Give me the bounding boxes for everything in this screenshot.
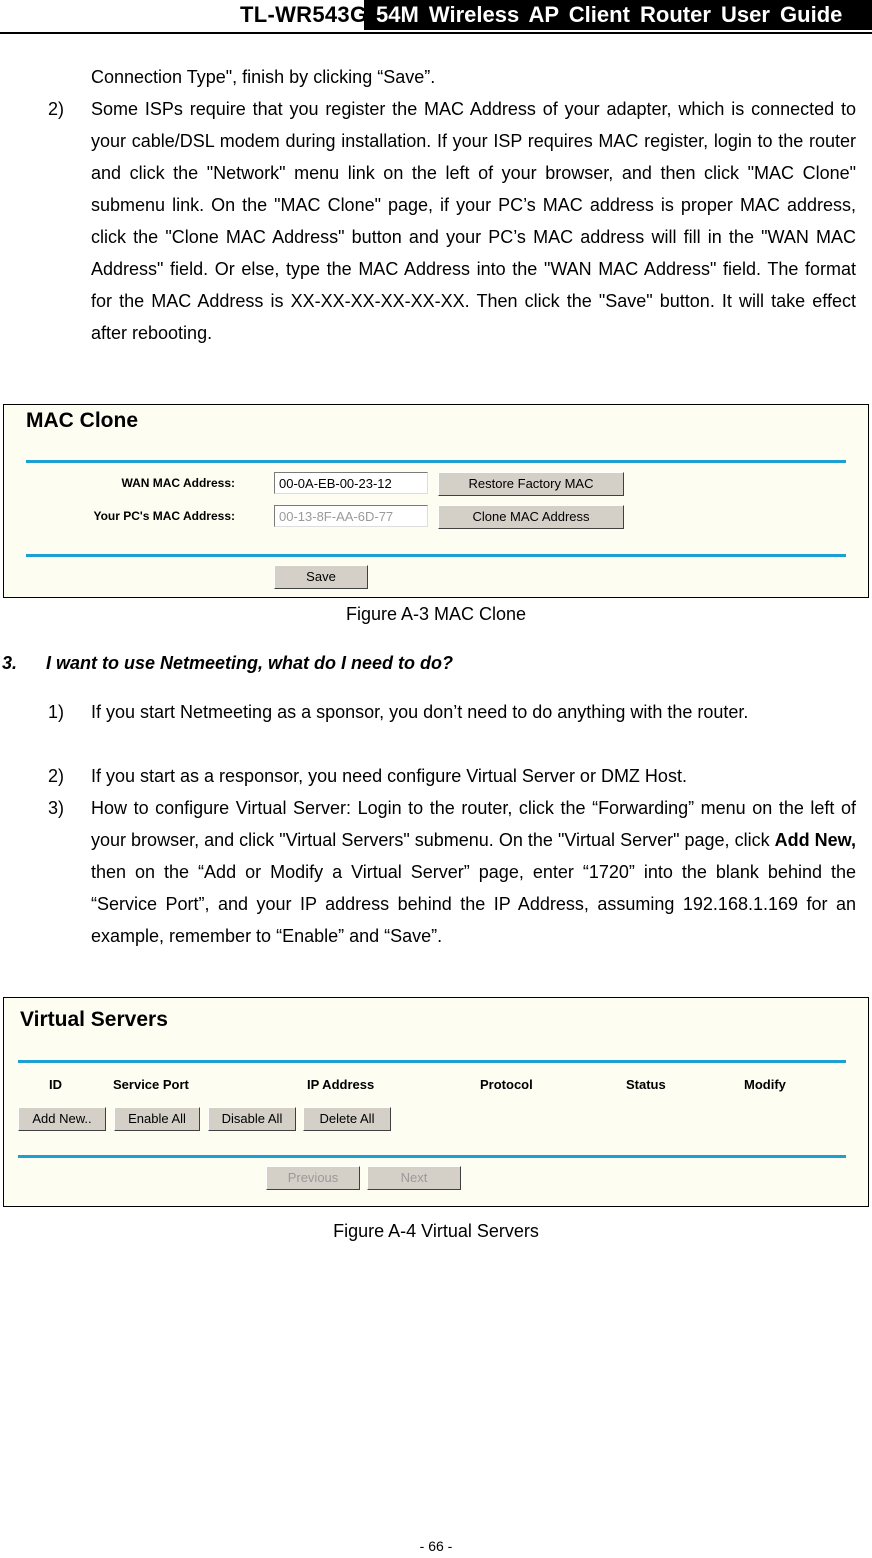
- column-header-protocol: Protocol: [480, 1077, 533, 1092]
- column-header-ip-address: IP Address: [307, 1077, 375, 1092]
- question3-heading: I want to use Netmeeting, what do I need…: [46, 653, 454, 673]
- item2-number: 2): [48, 99, 65, 119]
- column-header-service-port: Service Port: [113, 1077, 189, 1092]
- header-title: 54M Wireless AP Client Router User Guide: [364, 0, 872, 30]
- divider: [26, 554, 846, 557]
- q3-item1-paragraph: If you start Netmeeting as a sponsor, yo…: [91, 702, 749, 722]
- wan-mac-input[interactable]: 00-0A-EB-00-23-12: [274, 472, 428, 494]
- figure-a3-caption: Figure A-3 MAC Clone: [345, 604, 527, 624]
- delete-all-button[interactable]: Delete All: [303, 1107, 391, 1131]
- column-header-modify: Modify: [744, 1077, 786, 1092]
- item2-paragraph: Some ISPs require that you register the …: [91, 99, 856, 343]
- add-new-emphasis: Add New,: [774, 830, 856, 850]
- question3-number: 3.: [2, 653, 18, 673]
- wan-mac-label: WAN MAC Address:: [121, 476, 235, 490]
- disable-all-button[interactable]: Disable All: [208, 1107, 296, 1131]
- save-button[interactable]: Save: [274, 565, 368, 589]
- q3-item1-number: 1): [48, 702, 65, 722]
- q3-item2-number: 2): [48, 766, 65, 786]
- enable-all-button[interactable]: Enable All: [114, 1107, 200, 1131]
- intro-continuation: Connection Type", finish by clicking “Sa…: [91, 67, 436, 87]
- column-header-status: Status: [626, 1077, 666, 1092]
- q3-item3-number: 3): [48, 798, 65, 818]
- divider: [18, 1060, 846, 1063]
- header-model: TL-WR543G: [240, 2, 368, 27]
- pc-mac-input: 00-13-8F-AA-6D-77: [274, 505, 428, 527]
- page-header: TL-WR543G 54M Wireless AP Client Router …: [0, 0, 872, 34]
- column-header-id: ID: [49, 1077, 62, 1092]
- virtual-servers-title: Virtual Servers: [20, 1008, 168, 1031]
- mac-clone-title: MAC Clone: [26, 409, 138, 432]
- page-number: - 66 -: [419, 1538, 453, 1554]
- add-new-button[interactable]: Add New..: [18, 1107, 106, 1131]
- next-button: Next: [367, 1166, 461, 1190]
- pc-mac-label: Your PC's MAC Address:: [93, 509, 235, 523]
- virtual-servers-panel: Virtual Servers ID Service Port IP Addre…: [3, 997, 869, 1207]
- previous-button: Previous: [266, 1166, 360, 1190]
- restore-factory-mac-button[interactable]: Restore Factory MAC: [438, 472, 624, 496]
- divider: [26, 460, 846, 463]
- mac-clone-panel: MAC Clone WAN MAC Address: 00-0A-EB-00-2…: [3, 404, 869, 598]
- divider: [18, 1155, 846, 1158]
- figure-a4-caption: Figure A-4 Virtual Servers: [333, 1221, 539, 1241]
- q3-item2-paragraph: If you start as a responsor, you need co…: [91, 766, 687, 786]
- q3-item3-paragraph: How to configure Virtual Server: Login t…: [91, 798, 856, 946]
- clone-mac-address-button[interactable]: Clone MAC Address: [438, 505, 624, 529]
